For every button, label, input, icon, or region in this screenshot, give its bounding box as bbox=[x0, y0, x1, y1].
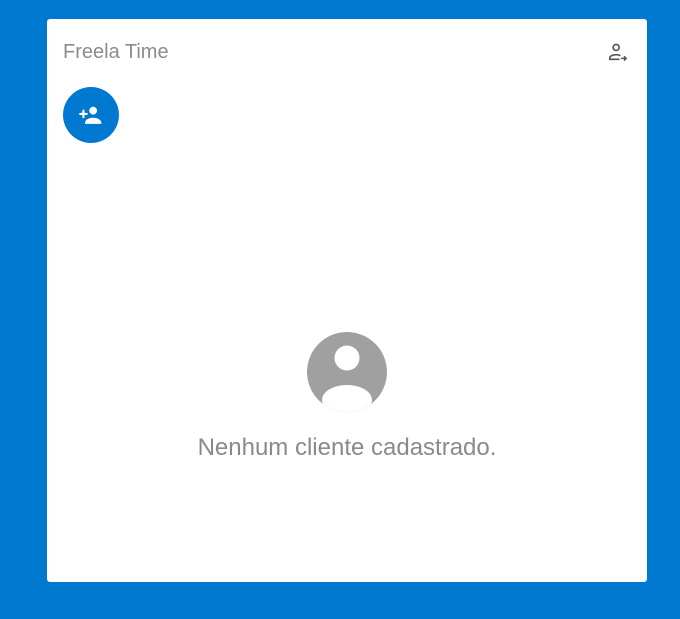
empty-state: Nenhum cliente cadastrado. bbox=[47, 332, 647, 462]
person-add-icon bbox=[79, 106, 102, 124]
add-client-button[interactable] bbox=[63, 87, 119, 143]
main-card: Freela Time Nenhum cliente cadastrado. bbox=[47, 19, 647, 582]
empty-state-message: Nenhum cliente cadastrado. bbox=[197, 434, 497, 461]
logout-button[interactable] bbox=[605, 39, 631, 65]
app-title: Freela Time bbox=[63, 41, 169, 63]
account-circle-icon bbox=[307, 332, 387, 412]
person-logout-icon bbox=[608, 43, 627, 61]
